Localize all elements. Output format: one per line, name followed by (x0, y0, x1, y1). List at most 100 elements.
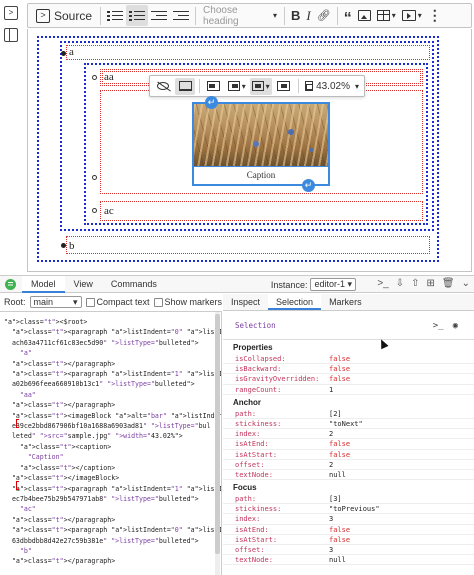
tab-markers[interactable]: Markers (321, 294, 370, 310)
properties-list: isCollapsed: false isBackward: false isGravi… (223, 354, 474, 395)
property-row: offset: 3 (223, 545, 474, 556)
property-row: isCollapsed: false (223, 354, 474, 365)
break-text-dropdown[interactable]: ▾ (226, 78, 248, 95)
property-key: path: (235, 409, 257, 418)
property-row: isGravityOverridden: false (223, 374, 474, 385)
collapse-icon[interactable]: ⌄ (462, 278, 470, 289)
source-button[interactable]: > Source (31, 5, 97, 26)
italic-button[interactable]: I (303, 5, 313, 26)
property-value: false (329, 450, 351, 459)
full-width-button[interactable] (274, 78, 294, 95)
list-item-b[interactable]: b (69, 240, 75, 252)
wrap-text-button[interactable] (204, 78, 224, 95)
property-key: index: (235, 430, 261, 439)
focus-list: path: [3] stickiness: "toPrevious" index: 3 is… (223, 494, 474, 566)
property-key: isGravityOverridden: (235, 375, 320, 384)
insert-paragraph-before-icon[interactable]: ↵ (205, 96, 218, 109)
list-item-ac[interactable]: ac (104, 205, 114, 217)
property-value: 3 (329, 515, 334, 524)
property-value: 2 (329, 430, 334, 439)
upload-icon[interactable]: ⇧ (411, 278, 419, 289)
model-line: "a">class="t"><paragraph "a">listIndent=… (11, 328, 221, 337)
model-tree[interactable]: "a">class="t"><$root> "a">class="t"><par… (0, 311, 222, 575)
sidebar-toggle-icon[interactable] (4, 28, 18, 42)
property-key: isAtStart: (235, 535, 278, 544)
paragraph-a-box (66, 45, 430, 60)
indent-button[interactable] (170, 5, 192, 26)
bold-button[interactable]: B (288, 5, 303, 26)
inspector-side-tabs: Inspect Selection Markers (223, 294, 474, 311)
model-scrollbar-thumb[interactable] (215, 314, 220, 554)
model-line: "a">class="t"></imageBlock> (11, 474, 120, 483)
wheat-field-image (194, 104, 328, 167)
trash-icon[interactable]: 🗑︎ (442, 278, 455, 289)
link-button[interactable]: 🔗︎ (314, 5, 334, 26)
instance-value: editor-1 (314, 279, 345, 289)
property-row: stickiness: "toPrevious" (223, 504, 474, 515)
model-line: "aa" (19, 390, 36, 399)
log-to-console-icon[interactable]: >_ (433, 321, 444, 331)
insert-paragraph-after-icon[interactable]: ↵ (302, 179, 315, 192)
selection-start-marker (16, 419, 19, 428)
eye-icon[interactable]: ◉ (453, 321, 458, 331)
more-tools-button[interactable]: ⋮ (425, 5, 446, 26)
toolbar-separator (297, 79, 299, 93)
heading-dropdown[interactable]: Choose heading ▾ (199, 5, 281, 27)
image-toolbar: ▾ ▾ 43.02% ▾ (149, 75, 365, 102)
chevron-down-icon: ▾ (354, 81, 359, 91)
checkbox-icon (85, 298, 95, 308)
tab-inspect[interactable]: Inspect (223, 294, 268, 310)
toggle-caption-button[interactable] (175, 77, 195, 95)
property-value: false (329, 375, 351, 384)
property-row: textNode: null (223, 555, 474, 566)
model-line: "a">class="t"><imageBlock "a">alt="bar" … (11, 411, 221, 420)
resize-image-dropdown[interactable]: 43.02% ▾ (303, 78, 361, 95)
property-key: offset: (235, 546, 265, 554)
block-quote-button[interactable]: “ (341, 5, 355, 26)
list-item-a[interactable]: a (69, 46, 74, 58)
outdent-icon (151, 10, 168, 22)
property-value: false (329, 355, 351, 363)
root-select[interactable]: main ▾ (29, 296, 82, 308)
property-value: [2] (329, 409, 342, 418)
export-icon[interactable]: ⇩ (396, 278, 404, 289)
quote-icon: “ (343, 9, 352, 27)
more-dots-icon: ⋮ (427, 7, 443, 23)
tab-model[interactable]: Model (22, 275, 65, 293)
model-line: "a">class="t"><paragraph "a">listIndent=… (11, 370, 221, 379)
model-line: "Caption" (27, 453, 64, 462)
instance-select[interactable]: editor-1 ▾ (310, 278, 356, 291)
align-center-button[interactable]: ▾ (249, 77, 272, 95)
property-key: isBackward: (235, 365, 282, 374)
tab-view[interactable]: View (65, 276, 102, 293)
model-line: 63dbbdbb8d42e27c59b381e" ">listType="bul… (4, 536, 199, 545)
toggle-alt-text-button[interactable] (153, 78, 173, 95)
insert-image-button[interactable] (355, 5, 374, 26)
show-markers-checkbox[interactable]: Show markers (153, 296, 223, 308)
compact-text-label: Compact text (96, 296, 150, 307)
tab-selection[interactable]: Selection (268, 294, 322, 310)
compact-text-checkbox[interactable]: Compact text (85, 296, 150, 308)
property-value: null (329, 470, 346, 479)
model-line: "ac" (19, 505, 36, 514)
list-item-aa[interactable]: aa (104, 71, 114, 83)
toolbar-separator (336, 6, 338, 25)
link-icon: 🔗︎ (316, 10, 331, 22)
numbered-list-button[interactable] (104, 5, 126, 26)
bulleted-list-button[interactable] (126, 5, 149, 26)
source-editing-icon[interactable]: > (4, 6, 18, 20)
tab-commands[interactable]: Commands (102, 276, 166, 293)
anchor-heading: Anchor (233, 397, 261, 407)
console-icon[interactable]: >_ (377, 278, 388, 289)
instance-label: Instance: (270, 279, 308, 290)
toolbar-separator (199, 79, 200, 93)
show-markers-label: Show markers (164, 296, 223, 307)
model-line: e39ce2bbd867906bf10a1688a6903ad81" ">lis… (4, 422, 211, 431)
insert-media-button[interactable]: ▾ (399, 5, 425, 26)
property-value: false (329, 440, 351, 449)
property-row: path: [3] (223, 494, 474, 505)
bold-icon: B (291, 8, 301, 23)
outdent-button[interactable] (148, 5, 170, 26)
insert-table-button[interactable]: ▾ (374, 5, 399, 26)
add-icon[interactable]: ⊞ (427, 278, 435, 289)
